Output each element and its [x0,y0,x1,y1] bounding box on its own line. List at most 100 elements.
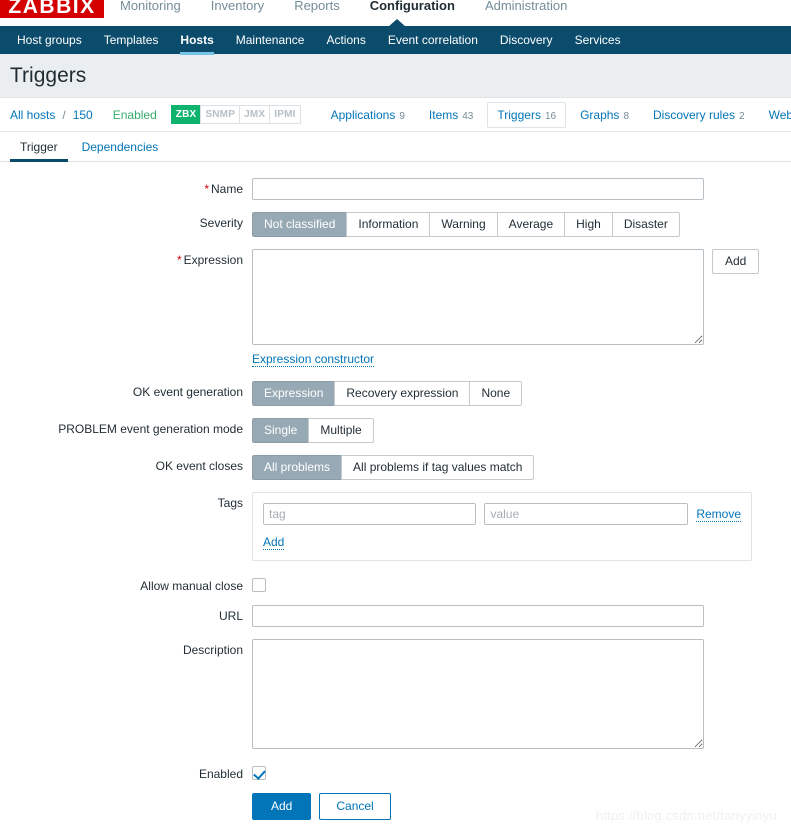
ok-event-generation-option-none[interactable]: None [469,381,523,406]
label-tags: Tags [217,496,243,510]
expression-add-button[interactable]: Add [712,249,760,274]
label-problem-event-generation-mode: PROBLEM event generation mode [58,422,243,436]
form-row-ok-event-generation: OK event generation Expression Recovery … [0,381,791,406]
submit-add-button[interactable]: Add [252,793,312,820]
ok-event-closes-option-tag-values-match[interactable]: All problems if tag values match [341,455,535,480]
name-input[interactable] [252,178,704,200]
subnav-host-groups[interactable]: Host groups [6,27,93,54]
breadcrumb-tab-triggers-count: 16 [544,110,557,122]
subnav-discovery[interactable]: Discovery [489,27,564,54]
breadcrumb-tab-discovery-rules[interactable]: Discovery rules 2 [643,102,755,128]
label-expression-text: Expression [183,253,243,267]
tag-add-link[interactable]: Add [263,535,285,550]
field-description [252,639,791,749]
form-row-tags: Tags Remove Add [0,492,791,561]
field-enabled [252,763,791,780]
breadcrumb-tab-graphs[interactable]: Graphs 8 [570,102,639,128]
required-marker-name: * [204,182,209,196]
top-menu-items: Monitoring Inventory Reports Configurati… [118,0,569,17]
form-tabs: Trigger Dependencies [0,132,791,162]
expression-textarea[interactable] [252,249,704,345]
breadcrumb-all-hosts[interactable]: All hosts [10,108,55,122]
field-url [252,605,791,627]
breadcrumb-tab-triggers[interactable]: Triggers 16 [487,101,567,128]
subnav-hosts[interactable]: Hosts [169,27,224,55]
label-description: Description [182,643,243,657]
form-row-url: URL [0,605,791,627]
breadcrumb-tab-items-label: Items [428,107,459,122]
zabbix-logo[interactable]: ZABBIX [0,0,104,18]
form-row-severity: Severity Not classified Information Warn… [0,212,791,237]
tag-remove-link[interactable]: Remove [696,507,741,522]
top-menu-monitoring[interactable]: Monitoring [118,0,183,17]
ok-event-closes-segmented-control: All problems All problems if tag values … [252,455,535,480]
field-problem-event-generation-mode: Single Multiple [252,418,791,443]
tab-trigger[interactable]: Trigger [10,134,68,162]
ok-event-generation-segmented-control: Expression Recovery expression None [252,381,523,406]
required-marker-expression: * [176,253,182,267]
problem-event-mode-option-single[interactable]: Single [252,418,309,443]
watermark: https://blog.csdn.net/tanyyinyu [595,808,777,823]
breadcrumb: All hosts / 150 Enabled ZBX SNMP JMX IPM… [0,98,791,132]
tab-dependencies[interactable]: Dependencies [72,134,169,161]
url-input[interactable] [252,605,704,627]
field-name [252,178,791,200]
enabled-checkbox[interactable] [252,766,266,780]
ok-event-generation-option-expression[interactable]: Expression [252,381,335,406]
trigger-form: * Name Severity Not classified Informatio… [0,162,791,820]
allow-manual-close-checkbox[interactable] [252,578,266,592]
top-menu-administration[interactable]: Administration [483,0,569,17]
tag-name-input[interactable] [263,503,477,525]
breadcrumb-host-name[interactable]: 150 [73,108,93,122]
label-expression: * Expression [0,249,252,267]
breadcrumb-tab-applications-count: 9 [399,110,405,122]
field-allow-manual-close [252,575,791,592]
label-name-text: Name [210,182,243,196]
subnav-event-correlation[interactable]: Event correlation [377,27,489,54]
severity-option-disaster[interactable]: Disaster [611,212,680,237]
top-menu-configuration[interactable]: Configuration [368,0,457,17]
breadcrumb-tab-items[interactable]: Items 43 [419,102,483,128]
label-severity: Severity [199,216,243,230]
breadcrumb-tab-graphs-count: 8 [623,110,629,122]
subnav-templates[interactable]: Templates [93,27,170,54]
severity-option-information[interactable]: Information [346,212,430,237]
form-row-expression: * Expression Add Expression constructor [0,249,791,367]
field-severity: Not classified Information Warning Avera… [252,212,791,237]
breadcrumb-tab-applications-label: Applications [330,107,396,122]
label-name: * Name [0,178,252,196]
form-row-name: * Name [0,178,791,200]
page-title: Triggers [10,63,87,87]
host-status-label: Enabled [112,107,157,122]
breadcrumb-tab-web-scenarios[interactable]: Web scenarios [759,102,791,128]
top-menu-inventory[interactable]: Inventory [209,0,266,17]
description-textarea[interactable] [252,639,704,749]
cancel-button[interactable]: Cancel [319,793,391,820]
ok-event-generation-option-recovery-expression[interactable]: Recovery expression [334,381,470,406]
breadcrumb-tab-applications[interactable]: Applications 9 [321,102,415,128]
top-menu-reports[interactable]: Reports [292,0,342,17]
tag-row: Remove [263,503,741,525]
severity-option-not-classified[interactable]: Not classified [252,212,347,237]
subnav-maintenance[interactable]: Maintenance [225,27,316,54]
zabbix-logo-text: ZABBIX [8,0,96,18]
breadcrumb-tab-triggers-label: Triggers [497,107,541,122]
severity-option-high[interactable]: High [564,212,612,237]
severity-option-average[interactable]: Average [496,212,565,237]
severity-option-warning[interactable]: Warning [429,212,497,237]
label-allow-manual-close: Allow manual close [140,579,243,593]
breadcrumb-tab-web-scenarios-label: Web scenarios [768,107,791,122]
subnav-services[interactable]: Services [564,27,632,54]
subnav-actions[interactable]: Actions [315,27,376,54]
ok-event-closes-option-all-problems[interactable]: All problems [252,455,342,480]
field-ok-event-generation: Expression Recovery expression None [252,381,791,406]
expression-constructor-link[interactable]: Expression constructor [252,352,375,367]
page-title-strip: Triggers [0,54,791,98]
label-url: URL [218,609,243,623]
interface-badge-ipmi: IPMI [269,105,301,124]
tag-value-input[interactable] [484,503,689,525]
breadcrumb-tab-discovery-rules-label: Discovery rules [653,107,736,122]
label-actions-spacer [0,793,252,797]
problem-event-mode-option-multiple[interactable]: Multiple [308,418,374,443]
form-row-allow-manual-close: Allow manual close [0,575,791,593]
